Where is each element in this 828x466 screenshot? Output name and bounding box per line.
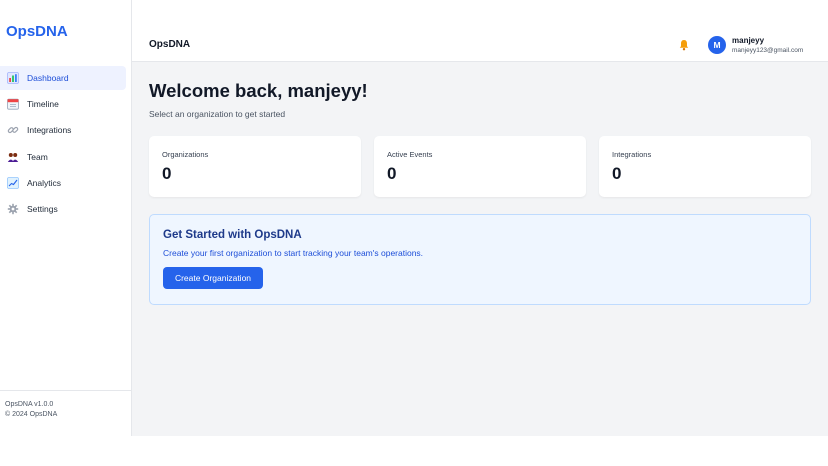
trending-chart-icon <box>7 176 19 189</box>
sidebar-item-label: Analytics <box>27 177 62 188</box>
stat-label: Organizations <box>162 150 209 159</box>
brand-logo[interactable]: OpsDNA <box>0 0 131 62</box>
link-icon <box>7 124 19 136</box>
page-header-title: OpsDNA <box>149 39 191 50</box>
sidebar-item-label: Integrations <box>27 125 72 136</box>
create-organization-button[interactable]: Create Organization <box>163 267 263 289</box>
gear-icon <box>7 203 19 215</box>
sidebar-footer: OpsDNA v1.0.0 © 2024 OpsDNA <box>0 390 131 436</box>
stat-value: 0 <box>612 164 622 183</box>
bar-chart-icon <box>7 72 19 84</box>
sidebar-item-integrations[interactable]: Integrations <box>0 118 126 142</box>
sidebar-item-team[interactable]: Team <box>0 145 126 169</box>
copyright-label: © 2024 OpsDNA <box>5 411 58 418</box>
calendar-icon <box>7 98 19 110</box>
stats-row: Organizations 0 Active Events 0 Integrat… <box>149 136 811 197</box>
sidebar-item-timeline[interactable]: Timeline <box>0 92 126 116</box>
sidebar-item-dashboard[interactable]: Dashboard <box>0 66 126 90</box>
stat-label: Active Events <box>387 150 433 159</box>
version-label: OpsDNA v1.0.0 <box>5 401 54 408</box>
page-subtitle: Select an organization to get started <box>149 109 286 119</box>
stat-label: Integrations <box>612 150 652 159</box>
main-area: OpsDNA M manjeyy manjeyy123@gmail.com We… <box>132 0 828 436</box>
get-started-title: Get Started with OpsDNA <box>163 229 302 241</box>
user-name: manjeyy <box>732 36 765 45</box>
sidebar: OpsDNA Dashboard Timeline Integrations T… <box>0 0 132 436</box>
stat-card-active-events: Active Events 0 <box>374 136 586 197</box>
get-started-description: Create your first organization to start … <box>163 248 424 258</box>
bell-icon[interactable] <box>678 38 690 51</box>
stat-card-organizations: Organizations 0 <box>149 136 361 197</box>
top-bar: OpsDNA M manjeyy manjeyy123@gmail.com <box>132 0 828 62</box>
sidebar-item-label: Dashboard <box>27 73 69 83</box>
app-shell: OpsDNA Dashboard Timeline Integrations T… <box>0 0 828 436</box>
avatar[interactable]: M <box>708 36 726 54</box>
page-title: Welcome back, manjeyy! <box>149 80 368 101</box>
dashboard-content: Welcome back, manjeyy! Select an organiz… <box>132 62 828 436</box>
sidebar-item-settings[interactable]: Settings <box>0 197 126 221</box>
sidebar-item-label: Timeline <box>27 99 59 110</box>
user-email: manjeyy123@gmail.com <box>732 47 804 54</box>
sidebar-item-analytics[interactable]: Analytics <box>0 171 126 195</box>
sidebar-nav: Dashboard Timeline Integrations Team Ana… <box>0 62 131 221</box>
stat-card-integrations: Integrations 0 <box>599 136 811 197</box>
stat-value: 0 <box>387 164 397 183</box>
sidebar-item-label: Settings <box>27 203 58 214</box>
get-started-callout: Get Started with OpsDNA Create your firs… <box>149 214 811 305</box>
sidebar-item-label: Team <box>27 151 48 162</box>
stat-value: 0 <box>162 164 172 183</box>
people-icon <box>7 151 19 163</box>
